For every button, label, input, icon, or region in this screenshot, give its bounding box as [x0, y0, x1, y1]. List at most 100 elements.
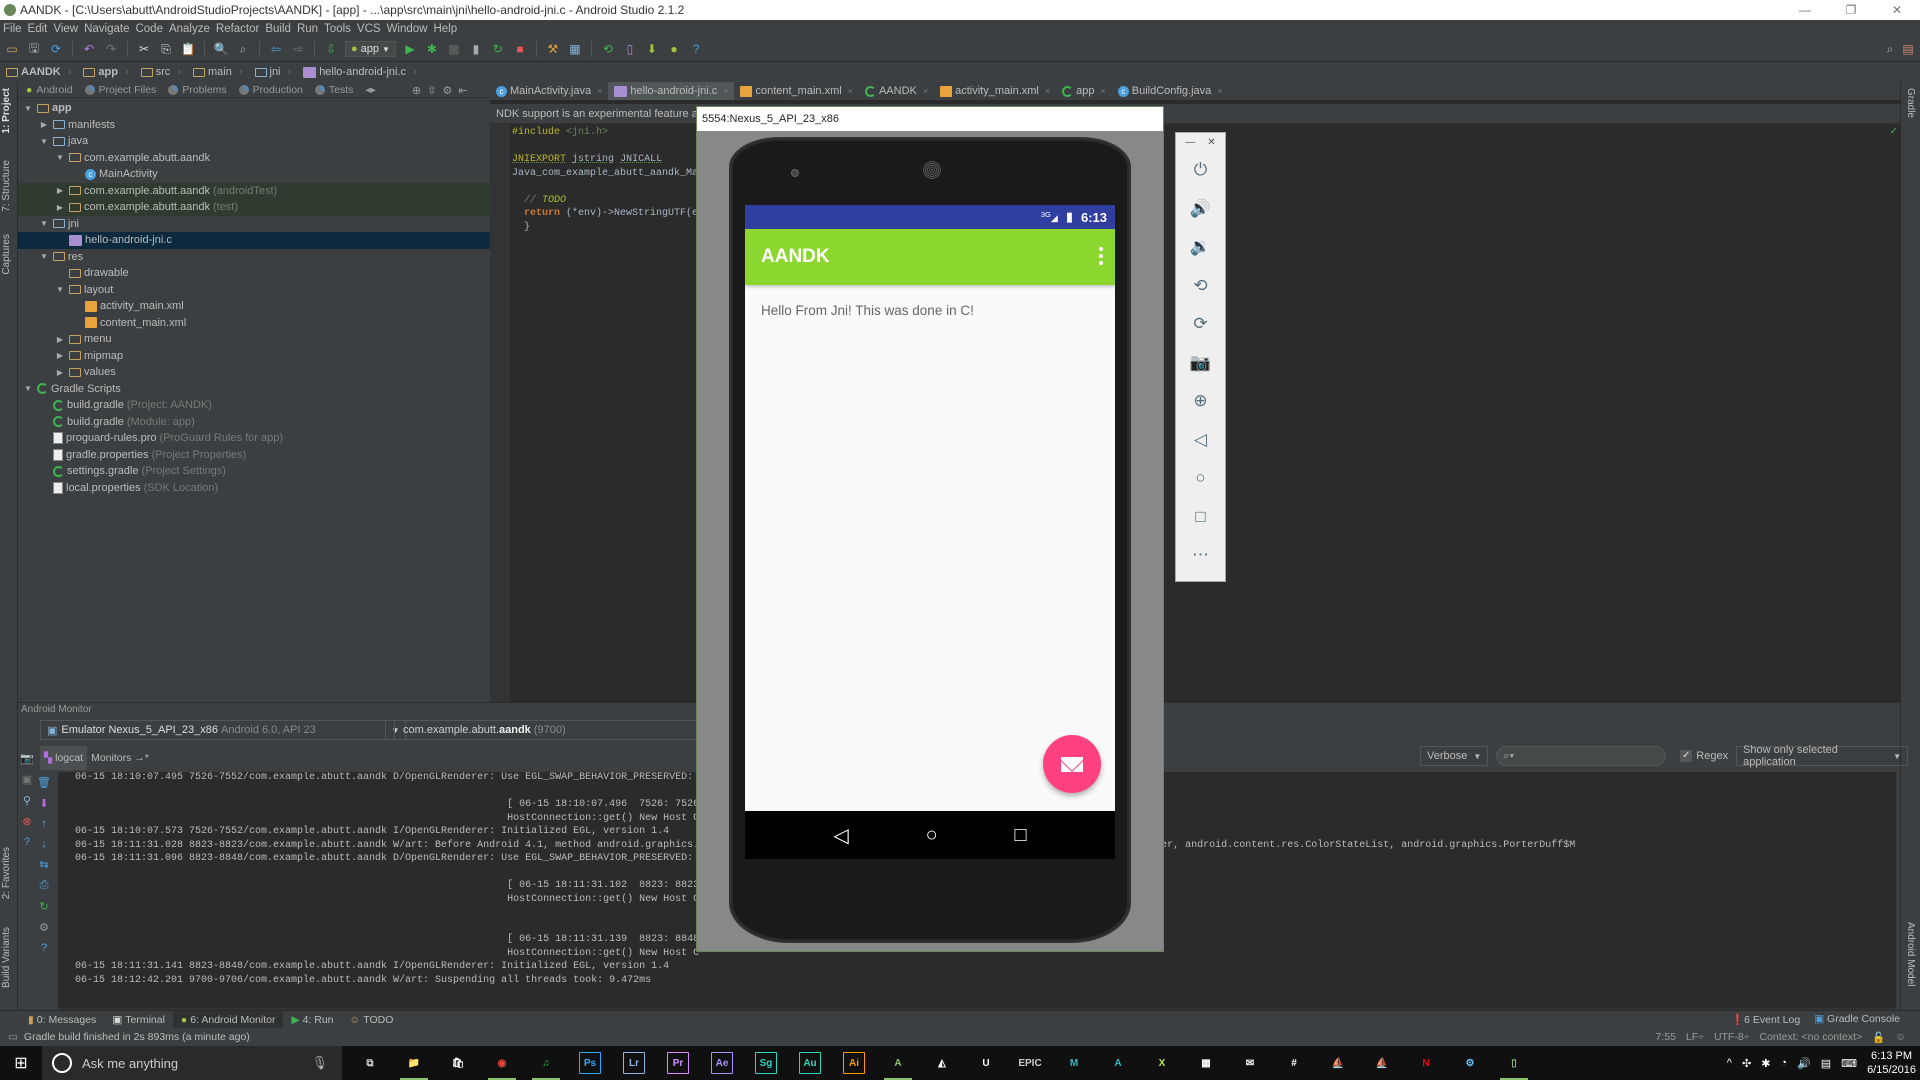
tree-item[interactable]: build.gradle (Project: AANDK): [18, 397, 490, 414]
overflow-menu-icon[interactable]: [1099, 247, 1103, 265]
close-tab-icon[interactable]: ×: [923, 86, 928, 96]
find-icon[interactable]: 🔍: [213, 41, 229, 57]
taskbar-audition[interactable]: Au: [788, 1046, 832, 1080]
taskbar-steam[interactable]: ⚙: [1448, 1046, 1492, 1080]
bottom-tab[interactable]: ▶ 4: Run: [283, 1011, 341, 1029]
help-icon[interactable]: ?: [688, 41, 704, 57]
expanded-arrow-icon[interactable]: ▼: [38, 137, 50, 146]
run-config-select[interactable]: ● app ▼: [345, 41, 396, 57]
expanded-arrow-icon[interactable]: ▼: [54, 153, 66, 162]
taskbar-calendar[interactable]: ▦: [1184, 1046, 1228, 1080]
overview-icon[interactable]: □: [1176, 498, 1225, 537]
tree-item[interactable]: ▼ com.example.abutt.aandk: [18, 150, 490, 167]
expanded-arrow-icon[interactable]: ▼: [22, 384, 34, 393]
taskbar-mail[interactable]: ✉: [1228, 1046, 1272, 1080]
taskbar-3dsmax[interactable]: A: [1096, 1046, 1140, 1080]
rotate-left-icon[interactable]: ⟲: [1176, 267, 1225, 306]
tool-tab-build-variants[interactable]: Build Variants: [1, 927, 12, 988]
system-info-icon[interactable]: ⚲: [23, 794, 31, 807]
taskbar-android-studio[interactable]: A: [876, 1046, 920, 1080]
tool-tab-favorites[interactable]: 2: Favorites: [1, 847, 12, 899]
save-all-icon[interactable]: 🖫: [26, 41, 42, 57]
taskbar-after-effects[interactable]: Ae: [700, 1046, 744, 1080]
tree-item[interactable]: local.properties (SDK Location): [18, 480, 490, 497]
device-select[interactable]: ▣ Emulator Nexus_5_API_23_x86 Android 6.…: [40, 720, 406, 740]
soft-wrap-icon[interactable]: ⇆: [39, 858, 48, 871]
more-icon[interactable]: ⋯: [1176, 536, 1225, 575]
menu-edit[interactable]: Edit: [28, 23, 48, 35]
wifi-icon[interactable]: ◔: [1780, 1057, 1787, 1069]
collapsed-arrow-icon[interactable]: ▶: [54, 368, 66, 377]
close-tab-icon[interactable]: ×: [1101, 86, 1106, 96]
phone-screen[interactable]: 3G◢ ▮ 6:13 AANDK Hello From Jni! This wa…: [745, 205, 1115, 859]
taskbar-illustrator[interactable]: Ai: [832, 1046, 876, 1080]
collapsed-arrow-icon[interactable]: ▶: [54, 203, 66, 212]
taskbar-file-explorer[interactable]: 📁: [392, 1046, 436, 1080]
restore-button[interactable]: ❐: [1828, 0, 1874, 20]
sdk-manager-icon[interactable]: ▦: [567, 41, 583, 57]
up-icon[interactable]: ↑: [41, 818, 47, 830]
cortana-search[interactable]: Ask me anything 🎙: [42, 1046, 342, 1080]
settings-icon[interactable]: ⚙: [39, 921, 49, 934]
collapsed-arrow-icon[interactable]: ▶: [38, 120, 50, 129]
start-button[interactable]: ⊞: [0, 1046, 42, 1080]
project-view-android[interactable]: ● Android: [26, 84, 73, 96]
taskbar-chrome[interactable]: ◉: [480, 1046, 524, 1080]
close-button[interactable]: ✕: [1874, 0, 1920, 20]
tree-item[interactable]: content_main.xml: [18, 315, 490, 332]
tree-item[interactable]: ▶ manifests: [18, 117, 490, 134]
search-everywhere-icon[interactable]: ⌕: [1882, 41, 1898, 57]
cursor-position[interactable]: 7:55: [1655, 1031, 1675, 1044]
code-editor[interactable]: #include <jni.h> JNIEXPORT jstring JNICA…: [512, 126, 698, 234]
microphone-icon[interactable]: 🎙: [311, 1055, 328, 1071]
copy-icon[interactable]: ⎘: [158, 41, 174, 57]
tree-item[interactable]: ▼ app: [18, 100, 490, 117]
project-view-project-files[interactable]: Project Files: [84, 84, 156, 96]
cut-icon[interactable]: ✂: [136, 41, 152, 57]
taskbar-emulator[interactable]: ▯: [1492, 1046, 1536, 1080]
terminate-icon[interactable]: ⊗: [22, 815, 31, 828]
menu-window[interactable]: Window: [387, 23, 428, 35]
editor-tab[interactable]: c BuildConfig.java ×: [1112, 82, 1229, 100]
nav-home-icon[interactable]: ○: [926, 824, 938, 847]
tool-tab-android-model[interactable]: Android Model: [1905, 922, 1916, 986]
lock-icon[interactable]: 🔓: [1872, 1031, 1885, 1044]
regex-checkbox[interactable]: ✓ Regex: [1680, 750, 1728, 762]
expanded-arrow-icon[interactable]: ▼: [54, 285, 66, 294]
tree-item[interactable]: c MainActivity: [18, 166, 490, 183]
menu-vcs[interactable]: VCS: [357, 23, 381, 35]
tree-item[interactable]: ▶ com.example.abutt.aandk (test): [18, 199, 490, 216]
editor-tab[interactable]: activity_main.xml ×: [934, 82, 1056, 100]
breadcrumb-item[interactable]: hello-android-jni.c ›: [303, 66, 425, 78]
forward-icon[interactable]: ⇨: [290, 41, 306, 57]
menu-tools[interactable]: Tools: [324, 23, 351, 35]
fab-mail-button[interactable]: [1043, 735, 1101, 793]
collapsed-arrow-icon[interactable]: ▶: [54, 351, 66, 360]
back-icon[interactable]: ⇦: [268, 41, 284, 57]
tree-item[interactable]: ▼ jni: [18, 216, 490, 233]
tree-item[interactable]: activity_main.xml: [18, 298, 490, 315]
redo-icon[interactable]: ↷: [103, 41, 119, 57]
close-tab-icon[interactable]: ×: [597, 86, 602, 96]
tool-tab-gradle[interactable]: Gradle: [1905, 88, 1916, 118]
editor-tab[interactable]: content_main.xml ×: [734, 82, 858, 100]
menu-refactor[interactable]: Refactor: [216, 23, 259, 35]
tree-item[interactable]: ▼ java: [18, 133, 490, 150]
close-tab-icon[interactable]: ×: [1217, 86, 1222, 96]
project-view-production[interactable]: Production: [238, 84, 303, 96]
print-icon[interactable]: ⎙: [40, 879, 49, 892]
menu-build[interactable]: Build: [265, 23, 291, 35]
collapsed-arrow-icon[interactable]: ▶: [54, 186, 66, 195]
taskbar-lightroom[interactable]: Lr: [612, 1046, 656, 1080]
tree-item[interactable]: ▶ mipmap: [18, 348, 490, 365]
editor-tab[interactable]: hello-android-jni.c ×: [608, 82, 735, 100]
menu-run[interactable]: Run: [297, 23, 318, 35]
keyboard-icon[interactable]: ⌨: [1841, 1057, 1857, 1070]
emu-close-button[interactable]: ✕: [1207, 137, 1215, 148]
avd-manager-icon[interactable]: ▯: [622, 41, 638, 57]
taskbar-xda[interactable]: X: [1140, 1046, 1184, 1080]
taskbar-unity[interactable]: ◭: [920, 1046, 964, 1080]
android-device-monitor-icon[interactable]: ●: [666, 41, 682, 57]
tool-tab-captures[interactable]: Captures: [1, 234, 12, 275]
tree-item[interactable]: ▶ com.example.abutt.aandk (androidTest): [18, 182, 490, 199]
